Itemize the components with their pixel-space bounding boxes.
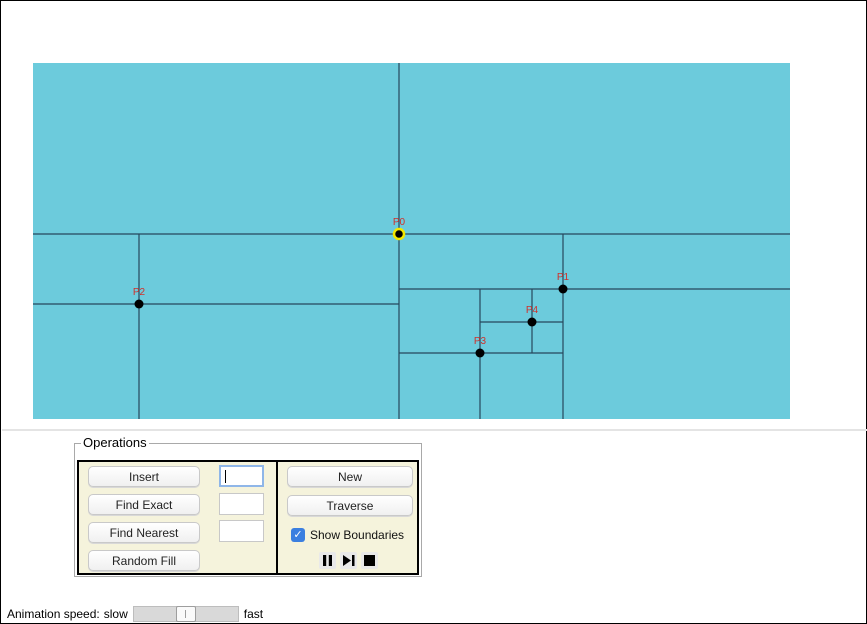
operations-divider [276,462,278,573]
step-forward-button[interactable] [340,552,357,569]
insert-input[interactable] [219,465,264,487]
insert-button[interactable]: Insert [88,466,200,487]
app-window: P0 P1 P2 P3 P4 Operations Insert Find Exact … [0,0,867,624]
new-button[interactable]: New [287,466,413,487]
show-boundaries-row[interactable]: ✓ Show Boundaries [291,526,404,544]
kd-point-marker [475,348,485,358]
stop-icon [364,555,375,566]
animation-speed-row: Animation speed: slow fast [7,605,263,623]
kdtree-drawing: P0 P1 P2 P3 P4 [33,63,790,419]
panel-separator [2,429,867,431]
stop-button[interactable] [361,552,378,569]
kd-point-marker [134,299,144,309]
speed-slider-thumb[interactable] [175,606,196,622]
kdtree-canvas[interactable]: P0 P1 P2 P3 P4 [33,63,790,419]
find-exact-input[interactable] [219,493,264,515]
speed-slow-label: slow [103,607,128,621]
kd-point-marker [392,227,406,241]
show-boundaries-label: Show Boundaries [310,528,405,542]
operations-panel: Insert Find Exact Find Nearest Random Fi… [77,460,419,575]
kd-point-marker [558,284,568,294]
text-caret [225,470,226,483]
operations-legend: Operations [81,435,149,450]
speed-fast-label: fast [243,607,264,621]
kd-point-label: P2 [133,287,146,298]
pause-button[interactable] [319,552,336,569]
random-fill-button[interactable]: Random Fill [88,550,200,571]
step-forward-icon [342,555,354,566]
animation-speed-label: Animation speed: [7,607,100,621]
find-exact-button[interactable]: Find Exact [88,494,200,515]
kd-point-label: P0 [393,217,406,228]
show-boundaries-checkbox[interactable]: ✓ [291,528,305,542]
pause-icon [323,555,332,566]
kd-point-marker [527,317,537,327]
kd-point-label: P4 [526,305,539,316]
find-nearest-input[interactable] [219,520,264,542]
kd-point-label: P1 [557,272,570,283]
animation-speed-slider[interactable] [132,606,239,622]
canvas-background [33,63,790,419]
find-nearest-button[interactable]: Find Nearest [88,522,200,543]
operations-group: Operations Insert Find Exact Find Neares… [74,436,422,577]
kd-point-label: P3 [474,336,487,347]
traverse-button[interactable]: Traverse [287,495,413,516]
